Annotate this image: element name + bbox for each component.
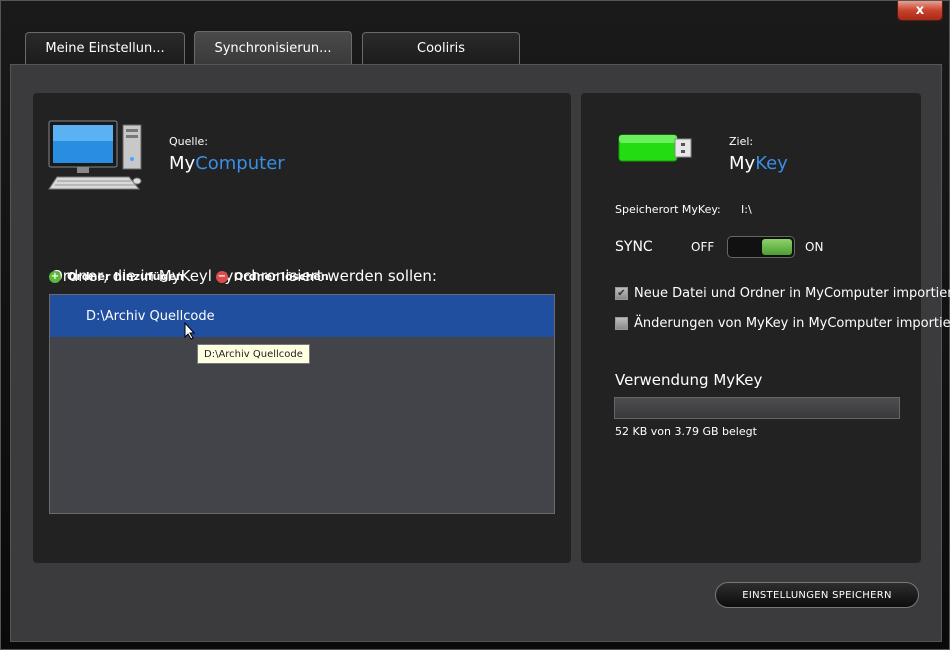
plus-circle-icon: + — [49, 270, 61, 283]
folder-list-item[interactable]: D:\Archiv Quellcode — [50, 295, 554, 337]
tab-cooliris[interactable]: Cooliris — [362, 32, 520, 64]
target-panel: Ziel: MyKey Speicherort MyKey: I:\ SYNC … — [581, 93, 950, 563]
checkbox-checked[interactable]: ✔ — [615, 287, 628, 300]
app-window: x Meine Einstellun... Synchronisierun...… — [0, 0, 950, 650]
sync-toggle-knob — [762, 239, 792, 255]
source-name-accent: Computer — [195, 153, 285, 174]
target-name-prefix: My — [729, 153, 756, 174]
sync-off-label: OFF — [691, 240, 715, 254]
close-button[interactable]: x — [897, 1, 943, 21]
folder-list[interactable]: D:\Archiv Quellcode — [49, 294, 555, 514]
option-import-changes[interactable]: Änderungen von MyKey in MyComputer impor… — [615, 316, 950, 331]
option-label: Änderungen von MyKey in MyComputer impor… — [634, 316, 950, 331]
tab-label: Meine Einstellun... — [45, 41, 165, 56]
tooltip-text: D:\Archiv Quellcode — [204, 348, 303, 360]
remove-folder-label: Ordner löschen — [234, 270, 329, 283]
minus-circle-icon: − — [216, 270, 228, 283]
source-panel: Quelle: MyComputer Ordner, die in MyKeyl… — [33, 93, 571, 563]
option-label: Neue Datei und Ordner in MyComputer impo… — [634, 286, 950, 301]
checkbox-unchecked[interactable] — [615, 317, 628, 330]
source-name-prefix: My — [169, 153, 196, 174]
usb-stick-icon — [618, 134, 692, 162]
usage-text: 52 KB von 3.79 GB belegt — [615, 425, 757, 438]
tab-my-settings[interactable]: Meine Einstellun... — [25, 32, 185, 64]
sync-label: SYNC — [615, 239, 653, 255]
mouse-cursor-icon — [184, 322, 196, 340]
sync-toggle[interactable] — [727, 236, 795, 258]
sync-on-label: ON — [805, 240, 824, 254]
option-import-new[interactable]: ✔ Neue Datei und Ordner in MyComputer im… — [615, 286, 950, 301]
add-folder-button[interactable]: + Ordner hinzufügen — [49, 270, 184, 283]
desktop-computer-icon — [48, 120, 142, 190]
source-caption: Quelle: — [169, 135, 208, 148]
close-icon: x — [915, 3, 925, 18]
source-name: MyComputer — [169, 153, 285, 174]
target-caption: Ziel: — [729, 135, 754, 148]
tooltip: D:\Archiv Quellcode — [197, 344, 310, 364]
tab-synchronization[interactable]: Synchronisierun... — [194, 31, 352, 65]
target-name-accent: Key — [755, 153, 788, 174]
tab-label: Synchronisierun... — [214, 41, 332, 56]
save-settings-label: EINSTELLUNGEN SPEICHERN — [742, 589, 892, 601]
remove-folder-button[interactable]: − Ordner löschen — [216, 270, 329, 283]
save-settings-button[interactable]: EINSTELLUNGEN SPEICHERN — [715, 582, 919, 608]
tab-label: Cooliris — [417, 41, 465, 56]
usage-progress-bar — [614, 397, 900, 419]
storage-location-label: Speicherort MyKey: — [615, 203, 721, 216]
add-folder-label: Ordner hinzufügen — [67, 270, 184, 283]
storage-location-value: I:\ — [741, 203, 752, 216]
target-name: MyKey — [729, 153, 788, 174]
usage-title: Verwendung MyKey — [615, 371, 763, 389]
tab-content: Quelle: MyComputer Ordner, die in MyKeyl… — [10, 64, 950, 642]
